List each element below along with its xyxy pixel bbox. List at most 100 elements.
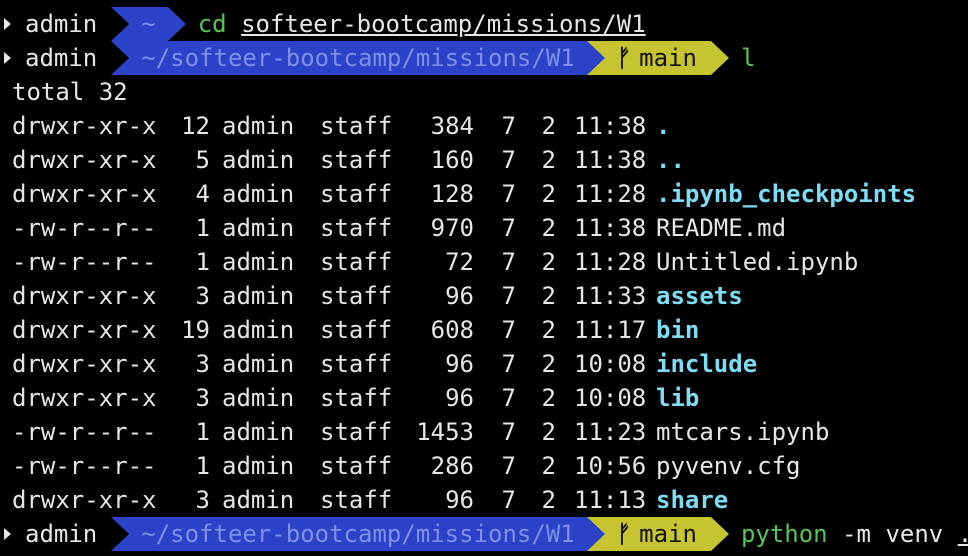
listing-time: 10:08 — [574, 350, 647, 378]
listing-links: 19 — [181, 316, 210, 344]
listing-name: .ipynb_checkpoints — [656, 180, 917, 208]
listing-user: admin — [222, 486, 295, 514]
listing-user: admin — [222, 214, 295, 242]
listing-group: staff — [320, 384, 393, 412]
listing-day: 2 — [541, 112, 556, 140]
listing-month: 7 — [501, 112, 516, 140]
listing-user: admin — [222, 180, 295, 208]
listing-month: 7 — [501, 486, 516, 514]
listing-day: 2 — [541, 418, 556, 446]
listing-perm: drwxr-xr-x — [12, 282, 157, 310]
listing-group: staff — [320, 350, 393, 378]
command-arguments: -m venv — [827, 520, 958, 548]
listing-links: 12 — [181, 112, 210, 140]
listing-row: drwxr-xr-x 3 admin staff 96 7 2 11:13 share — [0, 483, 968, 517]
git-branch-name: main — [639, 520, 697, 548]
listing-links: 3 — [195, 384, 210, 412]
listing-perm: -rw-r--r-- — [12, 214, 157, 242]
listing-group: staff — [320, 180, 393, 208]
command-name: python — [740, 520, 828, 548]
terminal-window[interactable]: admin ~ cd softeer-bootcamp/missions/W1 … — [0, 0, 968, 556]
listing-size: 1453 — [416, 418, 474, 446]
listing-time: 11:38 — [574, 214, 647, 242]
prompt-line-3: admin ~/softeer-bootcamp/missions/W1 ᚠ ma… — [0, 517, 968, 551]
git-branch-name: main — [639, 44, 697, 72]
listing-perm: drwxr-xr-x — [12, 350, 157, 378]
listing-links: 3 — [195, 486, 210, 514]
listing-month: 7 — [501, 146, 516, 174]
listing-day: 2 — [541, 486, 556, 514]
listing-row: drwxr-xr-x 4 admin staff 128 7 2 11:28 .ipynb_ch… — [0, 177, 968, 211]
command-name: cd — [197, 10, 227, 38]
listing-month: 7 — [501, 214, 516, 242]
listing-group: staff — [320, 486, 393, 514]
listing-perm: drwxr-xr-x — [12, 316, 157, 344]
listing-row: -rw-r--r-- 1 admin staff 72 7 2 11:28 Untitled.i… — [0, 245, 968, 279]
listing-user: admin — [222, 418, 295, 446]
listing-links: 5 — [195, 146, 210, 174]
listing-links: 3 — [195, 282, 210, 310]
text-cursor[interactable]: . — [958, 517, 968, 551]
listing-time: 11:28 — [574, 248, 647, 276]
listing-name: share — [656, 486, 729, 514]
listing-name: mtcars.ipynb — [656, 418, 830, 446]
listing-month: 7 — [501, 316, 516, 344]
listing-group: staff — [320, 248, 393, 276]
git-branch-segment: ᚠ main — [586, 517, 730, 551]
prompt-line-1: admin ~ cd softeer-bootcamp/missions/W1 — [0, 7, 968, 41]
listing-day: 2 — [541, 384, 556, 412]
listing-size: 96 — [445, 282, 474, 310]
listing-size: 286 — [430, 452, 474, 480]
listing-links: 4 — [195, 180, 210, 208]
listing-row: drwxr-xr-x 5 admin staff 160 7 2 11:38.. — [0, 143, 968, 177]
prompt-user: admin — [25, 10, 98, 38]
listing-links: 1 — [195, 452, 210, 480]
git-branch-icon: ᚠ — [616, 44, 632, 72]
listing-time: 11:28 — [574, 180, 647, 208]
total-line: total 32 — [12, 78, 128, 106]
listing-perm: drwxr-xr-x — [12, 384, 157, 412]
listing-month: 7 — [501, 384, 516, 412]
listing-time: 11:38 — [574, 112, 647, 140]
listing-row: drwxr-xr-x 3 admin staff 96 7 2 10:08 lib — [0, 381, 968, 415]
listing-time: 10:56 — [574, 452, 647, 480]
listing-links: 1 — [195, 248, 210, 276]
listing-name: .. — [656, 146, 685, 174]
listing-time: 11:23 — [574, 418, 647, 446]
listing-name: Untitled.ipynb — [656, 248, 859, 276]
listing-group: staff — [320, 316, 393, 344]
listing-user: admin — [222, 282, 295, 310]
listing-group: staff — [320, 214, 393, 242]
listing-row: drwxr-xr-x 19 admin staff 608 7 2 11:17 bin — [0, 313, 968, 347]
listing-time: 11:33 — [574, 282, 647, 310]
listing-time: 10:08 — [574, 384, 647, 412]
listing-group: staff — [320, 112, 393, 140]
listing-perm: -rw-r--r-- — [12, 418, 157, 446]
listing-day: 2 — [541, 282, 556, 310]
listing-day: 2 — [541, 146, 556, 174]
listing-perm: -rw-r--r-- — [12, 248, 157, 276]
listing-group: staff — [320, 452, 393, 480]
listing-size: 970 — [430, 214, 474, 242]
listing-day: 2 — [541, 214, 556, 242]
apple-icon — [4, 18, 11, 30]
listing-row: -rw-r--r-- 1 admin staff 286 7 2 10:56 pyvenv.cf… — [0, 449, 968, 483]
command-argument: softeer-bootcamp/missions/W1 — [241, 10, 646, 38]
listing-perm: drwxr-xr-x — [12, 180, 157, 208]
listing-row: drwxr-xr-x 3 admin staff 96 7 2 10:08 include — [0, 347, 968, 381]
listing-row: drwxr-xr-x 12 admin staff 384 7 2 11:38. — [0, 109, 968, 143]
listing-row: -rw-r--r-- 1 admin staff 970 7 2 11:38 README.md — [0, 211, 968, 245]
listing-user: admin — [222, 384, 295, 412]
listing-size: 128 — [430, 180, 474, 208]
listing-size: 160 — [430, 146, 474, 174]
listing-month: 7 — [501, 180, 516, 208]
listing-user: admin — [222, 350, 295, 378]
prompt-line-2: admin ~/softeer-bootcamp/missions/W1 ᚠ ma… — [0, 41, 968, 75]
listing-name: . — [656, 112, 671, 140]
listing-day: 2 — [541, 180, 556, 208]
prompt-user: admin — [25, 44, 98, 72]
listing-time: 11:38 — [574, 146, 647, 174]
prompt-directory: ~ — [111, 7, 187, 41]
prompt-directory: ~/softeer-bootcamp/missions/W1 — [111, 517, 587, 551]
listing-name: include — [656, 350, 758, 378]
